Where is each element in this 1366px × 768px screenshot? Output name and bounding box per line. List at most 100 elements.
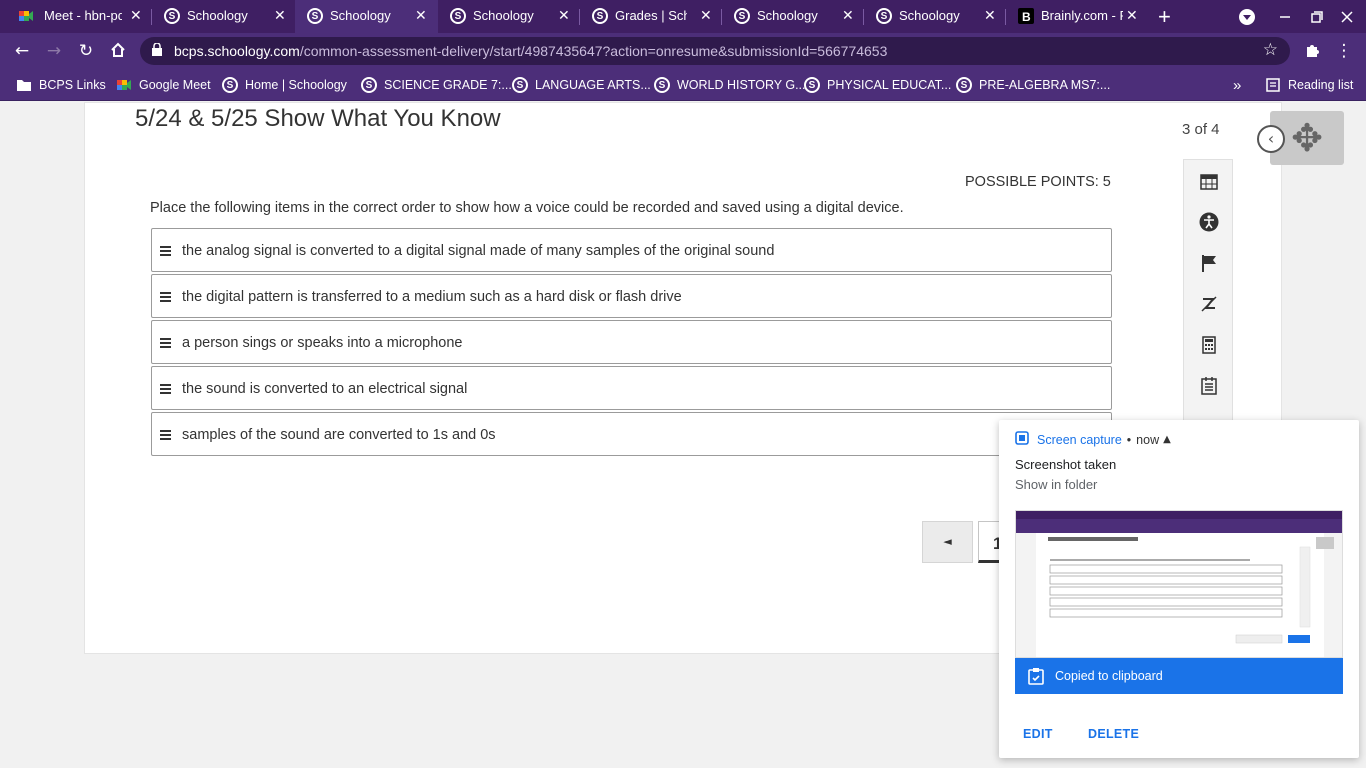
- close-icon[interactable]: ✕: [558, 8, 570, 24]
- eliminate-icon[interactable]: [1198, 293, 1220, 315]
- schoology-icon: S: [876, 8, 892, 24]
- screenshot-thumbnail[interactable]: [1015, 510, 1343, 658]
- close-icon[interactable]: ✕: [842, 8, 854, 24]
- tab-title: Grades | Schoology: [615, 8, 687, 23]
- tab-grades[interactable]: S Grades | Schoology ✕: [580, 0, 722, 33]
- brainly-icon: B: [1018, 8, 1034, 24]
- close-icon[interactable]: ✕: [415, 8, 427, 24]
- clipboard-icon: [1027, 667, 1045, 685]
- bookmark-pre-algebra[interactable]: S PRE-ALGEBRA MS7:...: [956, 76, 1110, 94]
- tab-brainly[interactable]: B Brainly.com - For students. By student…: [1006, 0, 1148, 33]
- tab-title: Brainly.com - For students. By students.: [1041, 8, 1123, 23]
- tab-schoology-active[interactable]: S Schoology ✕: [295, 0, 438, 33]
- copied-to-clipboard-banner: Copied to clipboard: [1015, 658, 1343, 694]
- bookmarks-bar: BCPS Links Google Meet S Home | Schoolog…: [0, 69, 1366, 101]
- notification-title: Screenshot taken: [1015, 457, 1117, 472]
- tab-meet[interactable]: Meet - hbn-pdq ✕: [0, 0, 152, 33]
- drag-handle-icon[interactable]: [160, 287, 171, 307]
- notepad-icon[interactable]: [1198, 375, 1220, 397]
- order-item[interactable]: the sound is converted to an electrical …: [151, 366, 1112, 410]
- notification-header[interactable]: Screen capture • now ▲: [1015, 431, 1171, 448]
- screen-capture-notification: Screen capture • now ▲ Screenshot taken …: [999, 420, 1359, 758]
- copied-text: Copied to clipboard: [1055, 669, 1163, 683]
- drag-handle-icon[interactable]: [160, 379, 171, 399]
- window-close-icon[interactable]: [1340, 0, 1356, 33]
- question-counter: 3 of 4: [1182, 121, 1220, 138]
- tab-title: Schoology: [187, 8, 248, 23]
- schoology-icon: S: [512, 77, 528, 93]
- drag-handle-icon[interactable]: [160, 333, 171, 353]
- order-item[interactable]: a person sings or speaks into a micropho…: [151, 320, 1112, 364]
- restore-icon[interactable]: [1310, 0, 1326, 33]
- folder-icon: [16, 77, 32, 93]
- drag-handle-icon[interactable]: [160, 241, 171, 261]
- tab-title: Schoology: [330, 8, 391, 23]
- tab-schoology[interactable]: S Schoology ✕: [864, 0, 1006, 33]
- collapse-tools-icon[interactable]: ‹: [1257, 125, 1285, 153]
- bookmark-world-history[interactable]: S WORLD HISTORY G...: [654, 76, 806, 94]
- schoology-icon: S: [361, 77, 377, 93]
- schoology-icon: S: [450, 8, 466, 24]
- tab-title: Schoology: [899, 8, 960, 23]
- bookmark-bcps-links[interactable]: BCPS Links: [16, 76, 106, 94]
- order-item-text: the analog signal is converted to a digi…: [182, 243, 775, 259]
- calendar-icon[interactable]: [1198, 170, 1220, 192]
- delete-button[interactable]: DELETE: [1088, 727, 1139, 741]
- flag-icon[interactable]: [1198, 252, 1220, 274]
- schoology-icon: S: [804, 77, 820, 93]
- chevron-up-icon[interactable]: ▲: [1163, 434, 1171, 445]
- close-icon[interactable]: ✕: [130, 8, 142, 24]
- schoology-icon: S: [592, 8, 608, 24]
- tools-panel: [1183, 159, 1233, 459]
- accessibility-icon[interactable]: [1198, 211, 1220, 233]
- order-item[interactable]: samples of the sound are converted to 1s…: [151, 412, 1112, 456]
- home-icon[interactable]: [108, 41, 128, 61]
- close-icon[interactable]: ✕: [274, 8, 286, 24]
- close-icon[interactable]: ✕: [984, 8, 996, 24]
- edit-button[interactable]: EDIT: [1023, 727, 1053, 741]
- bookmark-physical-education[interactable]: S PHYSICAL EDUCAT...: [804, 76, 951, 94]
- schoology-icon: S: [164, 8, 180, 24]
- tab-search-icon[interactable]: [1238, 0, 1258, 33]
- close-icon[interactable]: ✕: [1126, 8, 1138, 24]
- svg-text:B: B: [1022, 10, 1031, 24]
- reading-list-button[interactable]: Reading list: [1265, 76, 1353, 94]
- close-icon[interactable]: ✕: [700, 8, 712, 24]
- menu-icon[interactable]: ⋮: [1334, 41, 1354, 61]
- order-item-text: the digital pattern is transferred to a …: [182, 289, 682, 305]
- address-toolbar: ← → ↻ bcps.schoology.com/common-assessme…: [0, 33, 1366, 69]
- drag-handle-icon[interactable]: [160, 425, 171, 445]
- previous-question-button[interactable]: ◄: [922, 521, 973, 563]
- bookmark-science[interactable]: S SCIENCE GRADE 7:...: [361, 76, 512, 94]
- screen-capture-icon: [1015, 431, 1029, 448]
- reading-list-icon: [1265, 77, 1281, 93]
- forward-icon[interactable]: →: [44, 41, 64, 61]
- minimize-icon[interactable]: [1278, 0, 1294, 33]
- extensions-icon[interactable]: [1302, 41, 1322, 61]
- bookmark-star-icon[interactable]: ☆: [1263, 40, 1278, 60]
- schoology-icon: S: [734, 8, 750, 24]
- order-item[interactable]: the analog signal is converted to a digi…: [151, 228, 1112, 272]
- tab-title: Schoology: [757, 8, 818, 23]
- url-bar[interactable]: bcps.schoology.com/common-assessment-del…: [140, 37, 1290, 65]
- show-in-folder-link[interactable]: Show in folder: [1015, 477, 1097, 492]
- tab-schoology[interactable]: S Schoology ✕: [722, 0, 864, 33]
- calculator-icon[interactable]: [1198, 334, 1220, 356]
- order-item[interactable]: the digital pattern is transferred to a …: [151, 274, 1112, 318]
- schoology-icon: S: [307, 8, 323, 24]
- schoology-icon: S: [654, 77, 670, 93]
- bookmark-home-schoology[interactable]: S Home | Schoology: [222, 76, 347, 94]
- bookmark-google-meet[interactable]: Google Meet: [116, 76, 211, 94]
- tab-title: Schoology: [473, 8, 534, 23]
- tab-schoology[interactable]: S Schoology ✕: [152, 0, 295, 33]
- schoology-icon: S: [222, 77, 238, 93]
- reload-icon[interactable]: ↻: [76, 41, 96, 61]
- tab-schoology[interactable]: S Schoology ✕: [438, 0, 580, 33]
- lock-icon[interactable]: [152, 42, 162, 59]
- new-tab-button[interactable]: +: [1158, 0, 1182, 33]
- tab-title: Meet - hbn-pdq: [44, 8, 122, 23]
- question-prompt: Place the following items in the correct…: [150, 200, 904, 216]
- bookmark-language-arts[interactable]: S LANGUAGE ARTS...: [512, 76, 651, 94]
- back-icon[interactable]: ←: [12, 41, 32, 61]
- bookmarks-overflow-button[interactable]: »: [1233, 76, 1241, 94]
